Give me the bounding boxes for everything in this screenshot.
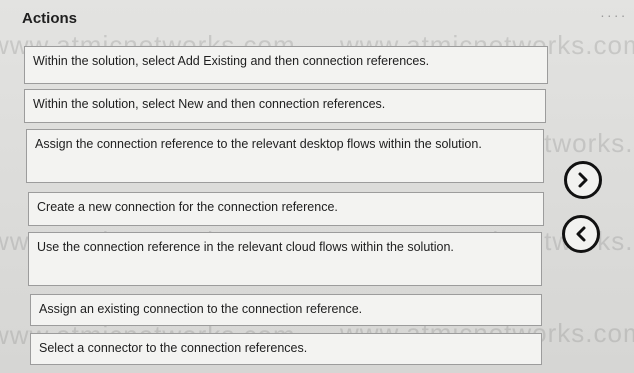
action-item-label: Within the solution, select New and then… — [33, 97, 386, 111]
panel-title: Actions — [22, 10, 78, 27]
action-item[interactable]: Within the solution, select Add Existing… — [24, 46, 548, 84]
action-item-label: Select a connector to the connection ref… — [39, 341, 308, 355]
action-item[interactable]: Assign an existing connection to the con… — [30, 294, 542, 326]
chevron-left-icon — [576, 226, 586, 242]
action-item-label: Use the connection reference in the rele… — [37, 240, 454, 254]
action-item-label: Assign an existing connection to the con… — [39, 302, 363, 316]
action-item[interactable]: Assign the connection reference to the r… — [26, 129, 544, 183]
action-item-label: Within the solution, select Add Existing… — [33, 54, 430, 68]
action-item[interactable]: Create a new connection for the connecti… — [28, 192, 544, 226]
chevron-right-icon — [578, 172, 588, 188]
actions-panel: .... Actions www.atmicnetworks.com www.a… — [0, 0, 634, 373]
move-left-button[interactable] — [562, 215, 600, 253]
action-item-label: Create a new connection for the connecti… — [37, 200, 338, 214]
move-right-button[interactable] — [564, 161, 602, 199]
action-item[interactable]: Within the solution, select New and then… — [24, 89, 546, 123]
action-item-label: Assign the connection reference to the r… — [35, 137, 482, 151]
action-item[interactable]: Use the connection reference in the rele… — [28, 232, 542, 286]
window-dots: .... — [600, 4, 628, 20]
action-item[interactable]: Select a connector to the connection ref… — [30, 333, 542, 365]
